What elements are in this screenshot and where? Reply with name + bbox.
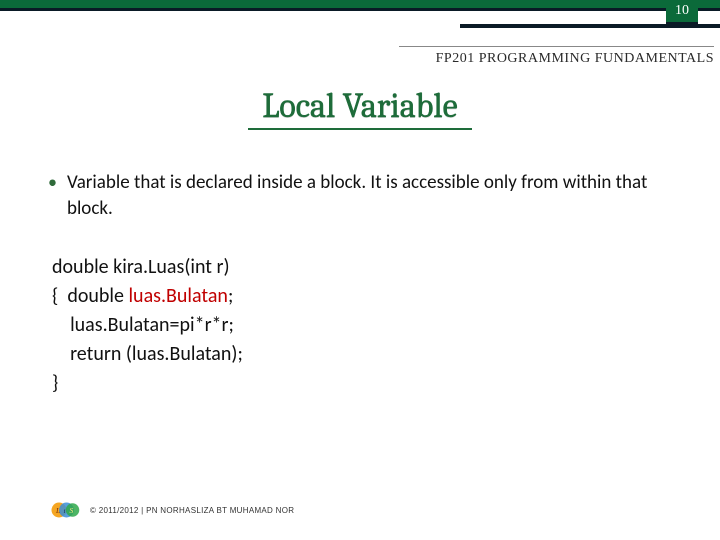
code-text: { double <box>52 284 128 308</box>
code-text: double kira.Luas(int r) <box>52 255 230 279</box>
svg-text:L: L <box>55 506 60 515</box>
title-underline <box>248 128 472 130</box>
slide-body: • Variable that is declared inside a blo… <box>48 170 680 398</box>
code-variable: luas.Bulatan <box>128 284 227 308</box>
page-number-badge: 10 <box>666 0 698 24</box>
code-text: ; <box>228 284 233 308</box>
bullet-text: Variable that is declared inside a block… <box>67 170 680 221</box>
code-line: luas.Bulatan=pi*r*r; <box>52 311 680 340</box>
slide: 10 FP201 PROGRAMMING FUNDAMENTALS Local … <box>0 0 720 540</box>
code-block: double kira.Luas(int r) { double luas.Bu… <box>48 253 680 398</box>
page-number: 10 <box>675 3 689 19</box>
logo-icon: L i S <box>50 498 80 522</box>
slide-title: Local Variable <box>0 86 720 126</box>
bullet-item: • Variable that is declared inside a blo… <box>48 170 680 221</box>
svg-text:i: i <box>64 508 66 515</box>
footer: L i S © 2011/2012 | PN NORHASLIZA BT MUH… <box>50 498 294 522</box>
svg-text:S: S <box>70 506 74 515</box>
course-code: FP201 PROGRAMMING FUNDAMENTALS <box>399 46 714 67</box>
header-bar-shadow <box>0 8 720 11</box>
bullet-dot-icon: • <box>48 170 57 221</box>
header-accent-bar <box>460 24 720 28</box>
code-text: luas.Bulatan=pi*r*r; <box>52 313 234 337</box>
code-line: } <box>52 369 680 398</box>
header-bar <box>0 0 720 8</box>
copyright-text: © 2011/2012 | PN NORHASLIZA BT MUHAMAD N… <box>90 506 294 515</box>
code-text: return (luas.Bulatan); <box>52 342 243 366</box>
code-line: { double luas.Bulatan; <box>52 282 680 311</box>
code-text: } <box>52 371 58 395</box>
code-line: return (luas.Bulatan); <box>52 340 680 369</box>
code-line: double kira.Luas(int r) <box>52 253 680 282</box>
